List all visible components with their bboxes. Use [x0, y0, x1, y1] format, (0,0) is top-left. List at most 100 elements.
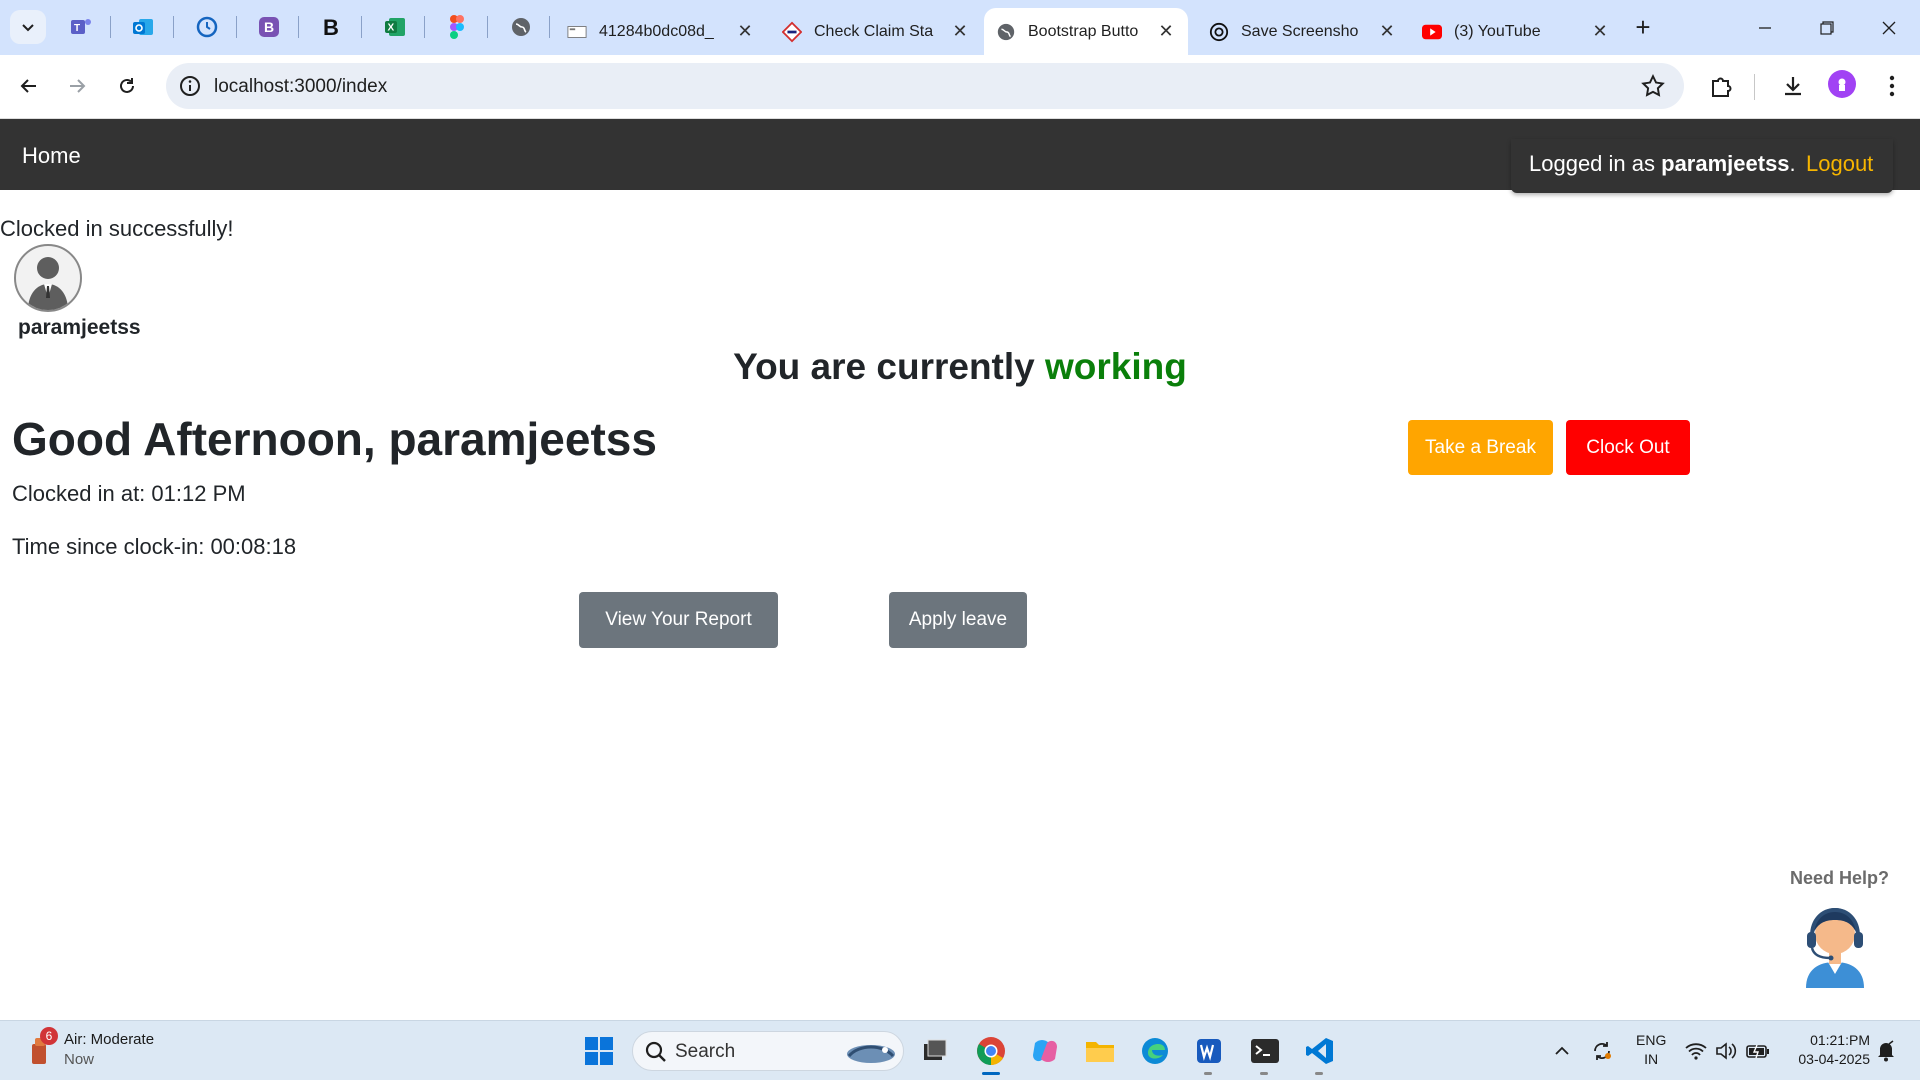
profile-avatar[interactable] [1828, 70, 1856, 98]
browser-toolbar: localhost:3000/index [0, 55, 1920, 119]
chrome-icon [977, 1037, 1005, 1065]
close-icon [1882, 21, 1896, 34]
tab-separator [549, 16, 550, 38]
b-logo-icon: B [323, 15, 339, 39]
svg-text:B: B [323, 15, 339, 39]
weather-subtitle: Now [64, 1051, 95, 1068]
close-icon[interactable]: ✕ [1377, 21, 1397, 42]
taskbar-word[interactable] [1192, 1034, 1226, 1068]
logout-link[interactable]: Logout [1806, 151, 1873, 177]
svg-text:X: X [388, 23, 395, 34]
tab-2[interactable]: Check Claim Sta ✕ [770, 8, 982, 55]
tab-3-active[interactable]: Bootstrap Butto ✕ [984, 8, 1188, 55]
globe-icon [512, 18, 530, 36]
chevron-down-icon [22, 24, 34, 32]
downloads-button[interactable] [1778, 71, 1808, 101]
bell-icon [1878, 1040, 1894, 1062]
pinned-tab-clock[interactable] [192, 12, 222, 42]
tab-separator [298, 16, 299, 38]
pinned-tab-teams[interactable]: T [66, 12, 96, 42]
support-agent-icon[interactable] [1798, 896, 1872, 988]
pinned-tab-bootstrap[interactable]: B [254, 12, 284, 42]
reload-button[interactable] [110, 69, 144, 103]
address-bar[interactable]: localhost:3000/index [166, 63, 1684, 109]
vscode-icon [1306, 1038, 1333, 1064]
tray-sync[interactable] [1590, 1039, 1614, 1063]
taskbar-vscode[interactable] [1303, 1034, 1337, 1068]
site-info-icon[interactable] [178, 74, 202, 98]
tab-separator [361, 16, 362, 38]
taskbar-terminal[interactable] [1248, 1034, 1282, 1068]
restore-icon [1820, 20, 1834, 35]
tab-title: Check Claim Sta [814, 22, 934, 40]
forward-button[interactable] [60, 69, 94, 103]
url-text[interactable]: localhost:3000/index [214, 76, 387, 98]
close-window-button[interactable] [1858, 0, 1920, 55]
view-report-button[interactable]: View Your Report [579, 592, 778, 648]
logged-in-text: Logged in as paramjeetss. [1529, 151, 1796, 177]
back-button[interactable] [12, 69, 46, 103]
new-tab-button[interactable]: + [1628, 12, 1658, 42]
app-navbar: Home Logged in as paramjeetss. Logout [0, 119, 1920, 193]
tab-1[interactable]: 41284b0dc08d_ ✕ [555, 8, 767, 55]
extensions-button[interactable] [1706, 71, 1736, 101]
bookmark-star-icon[interactable] [1640, 73, 1666, 99]
tab-4[interactable]: Save Screensho ✕ [1197, 8, 1409, 55]
taskbar-search[interactable]: Search [632, 1031, 904, 1071]
youtube-icon [1422, 22, 1442, 42]
taskbar-copilot[interactable] [1028, 1034, 1062, 1068]
restore-button[interactable] [1796, 0, 1858, 55]
status-prefix: You are currently [733, 346, 1035, 387]
work-status: You are currently working [0, 346, 1920, 388]
taskbar-file-explorer[interactable] [1083, 1034, 1117, 1068]
folder-icon [1086, 1042, 1114, 1062]
language-line-2: IN [1644, 1051, 1659, 1067]
notification-center[interactable] [1874, 1039, 1898, 1063]
browser-menu-button[interactable] [1877, 71, 1907, 101]
pinned-tab-b[interactable]: B [316, 12, 346, 42]
logged-in-suffix: . [1789, 151, 1796, 176]
clock-app-icon [196, 16, 218, 38]
clock-out-button[interactable]: Clock Out [1566, 420, 1690, 475]
tab-5[interactable]: (3) YouTube ✕ [1410, 8, 1622, 55]
pinned-tab-outlook[interactable] [128, 12, 158, 42]
status-value: working [1045, 346, 1187, 387]
terminal-icon [1251, 1039, 1279, 1063]
teams-icon: T [71, 19, 91, 34]
chrome-running-indicator [982, 1072, 1000, 1075]
volume-icon [1716, 1042, 1737, 1060]
sync-icon [1594, 1042, 1611, 1060]
arrow-right-icon [70, 79, 86, 93]
tab-separator [487, 16, 488, 38]
windows-start-icon[interactable] [584, 1036, 614, 1066]
need-help-label[interactable]: Need Help? [1790, 868, 1889, 889]
taskbar-edge[interactable] [1138, 1034, 1172, 1068]
tray-battery[interactable] [1746, 1039, 1770, 1063]
tab-search-button[interactable] [10, 10, 46, 44]
toolbar-separator [1754, 74, 1755, 100]
download-icon [1785, 77, 1801, 96]
pinned-tab-globe[interactable] [506, 12, 536, 42]
take-break-button[interactable]: Take a Break [1408, 420, 1553, 475]
tray-volume[interactable] [1714, 1039, 1738, 1063]
system-clock[interactable]: 01:21:PM 03-04-2025 [1788, 1031, 1870, 1069]
weather-title[interactable]: Air: Moderate [64, 1031, 154, 1048]
time-since-clock-in: Time since clock-in: 00:08:18 [12, 534, 297, 559]
close-icon[interactable]: ✕ [1590, 21, 1610, 42]
close-icon[interactable]: ✕ [950, 21, 970, 42]
minimize-button[interactable] [1734, 0, 1796, 55]
close-icon[interactable]: ✕ [1156, 21, 1176, 42]
tray-wifi[interactable] [1684, 1039, 1708, 1063]
show-hidden-icons[interactable] [1550, 1039, 1574, 1063]
pinned-tab-excel[interactable]: X [380, 12, 410, 42]
taskbar-chrome[interactable] [974, 1034, 1008, 1068]
close-icon[interactable]: ✕ [735, 21, 755, 42]
avatar [14, 244, 82, 312]
reload-icon [120, 78, 134, 93]
apply-leave-button[interactable]: Apply leave [889, 592, 1027, 648]
taskbar-task-view[interactable] [918, 1034, 952, 1068]
tab-title: Save Screensho [1241, 22, 1359, 40]
nav-home-link[interactable]: Home [22, 143, 81, 169]
language-indicator[interactable]: ENG IN [1636, 1031, 1666, 1069]
pinned-tab-figma[interactable] [442, 12, 472, 42]
